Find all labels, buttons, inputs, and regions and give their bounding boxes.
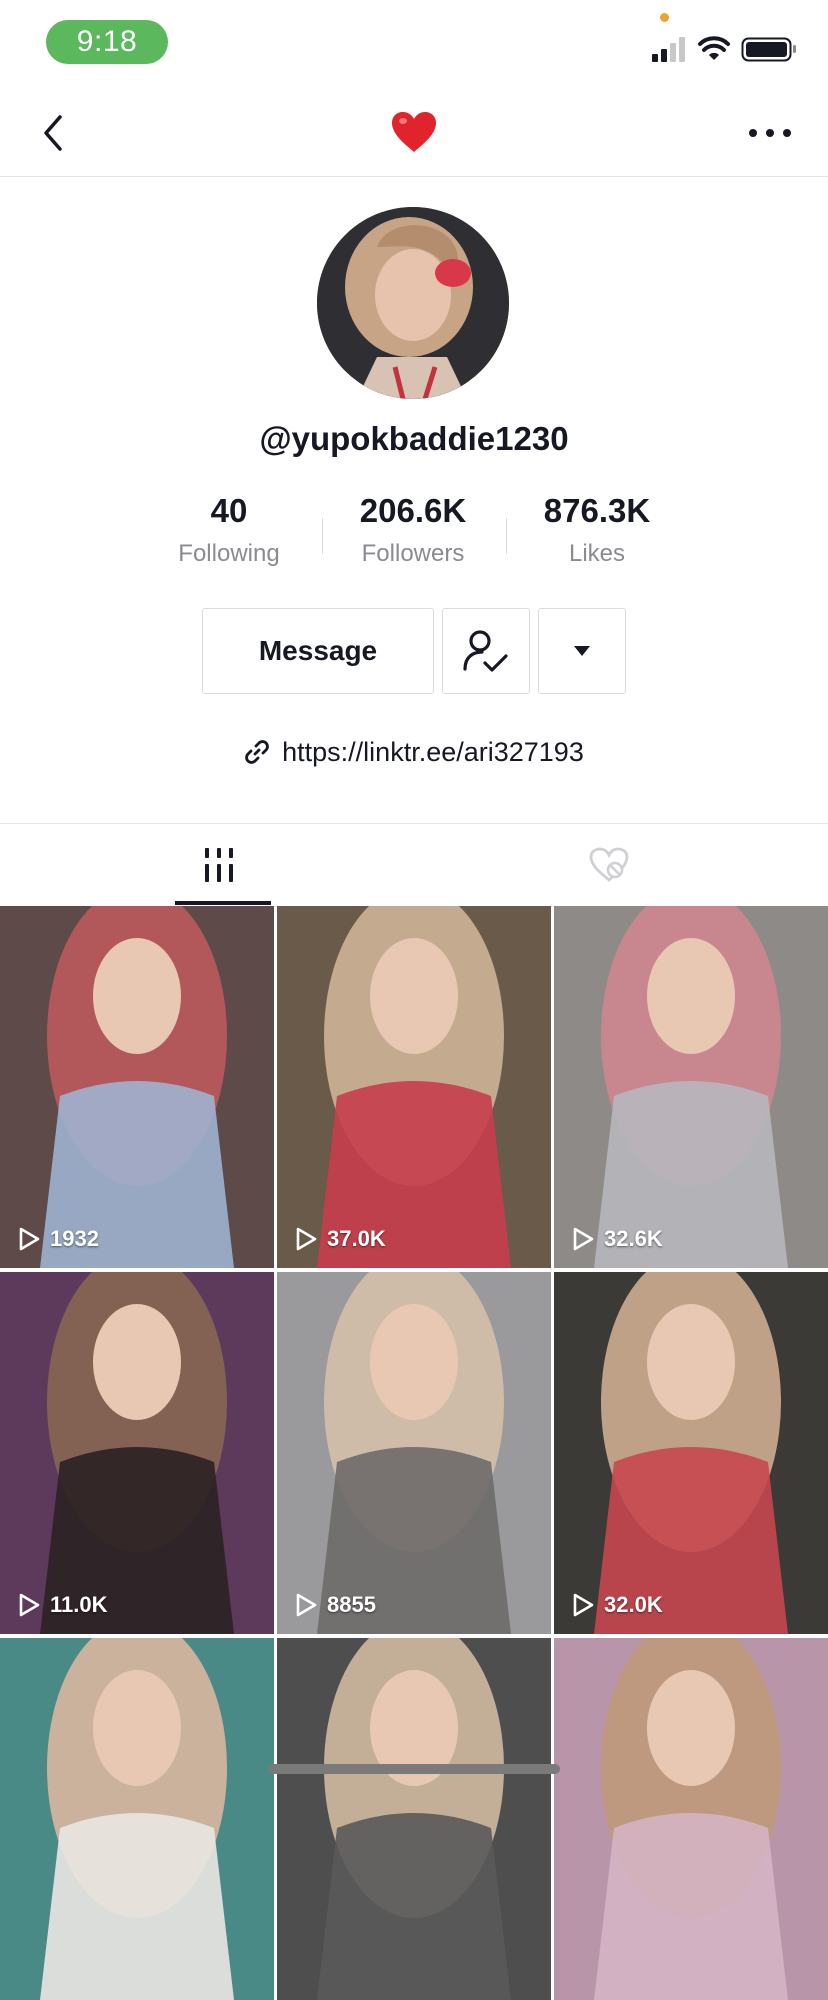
stat-following[interactable]: 40 Following xyxy=(137,490,321,568)
link-icon xyxy=(245,740,269,764)
stat-likes[interactable]: 876.3K Likes xyxy=(505,490,689,568)
video-view-count-text: 8855 xyxy=(327,1592,376,1617)
video-preview-image xyxy=(554,1638,828,2000)
video-preview-image xyxy=(554,906,828,1268)
hidden-heart-icon xyxy=(589,847,629,882)
bio-link-text: https://linktr.ee/ari327193 xyxy=(282,736,584,767)
home-indicator[interactable] xyxy=(268,1764,560,1774)
avatar[interactable] xyxy=(317,207,509,399)
video-thumbnail[interactable]: 32.6K xyxy=(554,906,828,1268)
video-thumbnail[interactable]: 1932 xyxy=(0,906,274,1268)
play-icon xyxy=(573,1593,594,1617)
video-thumbnail[interactable] xyxy=(277,1638,551,2000)
video-thumbnail[interactable]: 37.0K xyxy=(277,906,551,1268)
user-check-icon xyxy=(463,630,508,672)
video-view-count-text: 32.6K xyxy=(604,1226,663,1251)
stat-likes-label: Likes xyxy=(568,540,626,567)
back-button[interactable] xyxy=(28,108,78,158)
stat-followers-value: 206.6K xyxy=(359,492,467,529)
message-button[interactable]: Message xyxy=(202,608,434,694)
status-icons xyxy=(652,36,796,62)
video-view-count-text: 37.0K xyxy=(327,1226,386,1251)
avatar-photo xyxy=(317,207,509,399)
privacy-indicator-dot xyxy=(660,13,669,22)
caret-down-icon xyxy=(574,646,590,656)
video-view-count-text: 1932 xyxy=(50,1226,99,1251)
ellipsis-icon xyxy=(749,129,791,137)
nav-bar xyxy=(0,88,828,177)
video-view-count: 8855 xyxy=(295,1592,376,1618)
following-button[interactable] xyxy=(442,608,530,694)
username: @yupokbaddie1230 xyxy=(259,420,569,457)
video-preview-image xyxy=(0,1272,274,1634)
play-icon xyxy=(296,1593,317,1617)
video-view-count-text: 11.0K xyxy=(50,1592,108,1617)
video-preview-image xyxy=(0,906,274,1268)
profile-tabs xyxy=(0,823,828,907)
play-icon xyxy=(19,1593,40,1617)
stat-followers[interactable]: 206.6K Followers xyxy=(321,490,505,568)
video-preview-image xyxy=(277,1272,551,1634)
more-options-button[interactable] xyxy=(740,116,800,150)
video-preview-image xyxy=(554,1272,828,1634)
video-preview-image xyxy=(277,906,551,1268)
chevron-left-icon xyxy=(44,115,62,151)
stat-likes-value: 876.3K xyxy=(543,492,651,529)
video-thumbnail[interactable]: 32.0K xyxy=(554,1272,828,1634)
status-time: 9:18 xyxy=(46,20,168,64)
tab-videos[interactable] xyxy=(12,824,426,906)
tab-liked[interactable] xyxy=(402,824,816,906)
stat-following-label: Following xyxy=(178,540,280,567)
status-bar: 9:18 xyxy=(0,0,828,88)
video-preview-image xyxy=(0,1638,274,2000)
video-view-count: 32.0K xyxy=(572,1592,663,1618)
play-icon xyxy=(19,1227,40,1251)
video-view-count: 11.0K xyxy=(18,1592,108,1618)
stat-following-value: 40 xyxy=(210,492,248,529)
video-view-count-text: 32.0K xyxy=(604,1592,663,1617)
bio-link[interactable]: https://linktr.ee/ari327193 xyxy=(0,732,828,772)
cellular-signal-icon xyxy=(652,37,685,62)
profile-stats: 40 Following 206.6K Followers 876.3K Lik… xyxy=(0,490,828,580)
active-tab-indicator xyxy=(175,901,271,905)
video-thumbnail[interactable] xyxy=(554,1638,828,2000)
video-thumbnail[interactable] xyxy=(0,1638,274,2000)
video-thumbnail[interactable]: 11.0K xyxy=(0,1272,274,1634)
play-icon xyxy=(573,1227,594,1251)
stat-followers-label: Followers xyxy=(361,540,465,567)
video-view-count: 1932 xyxy=(18,1226,99,1252)
wifi-icon xyxy=(698,36,730,60)
suggested-accounts-button[interactable] xyxy=(538,608,626,694)
battery-icon xyxy=(741,37,796,62)
play-icon xyxy=(296,1227,317,1251)
video-view-count: 37.0K xyxy=(295,1226,386,1252)
video-thumbnail[interactable]: 8855 xyxy=(277,1272,551,1634)
heart-emoji-icon xyxy=(392,112,436,152)
video-view-count: 32.6K xyxy=(572,1226,663,1252)
video-preview-image xyxy=(277,1638,551,2000)
grid-icon xyxy=(205,848,233,882)
